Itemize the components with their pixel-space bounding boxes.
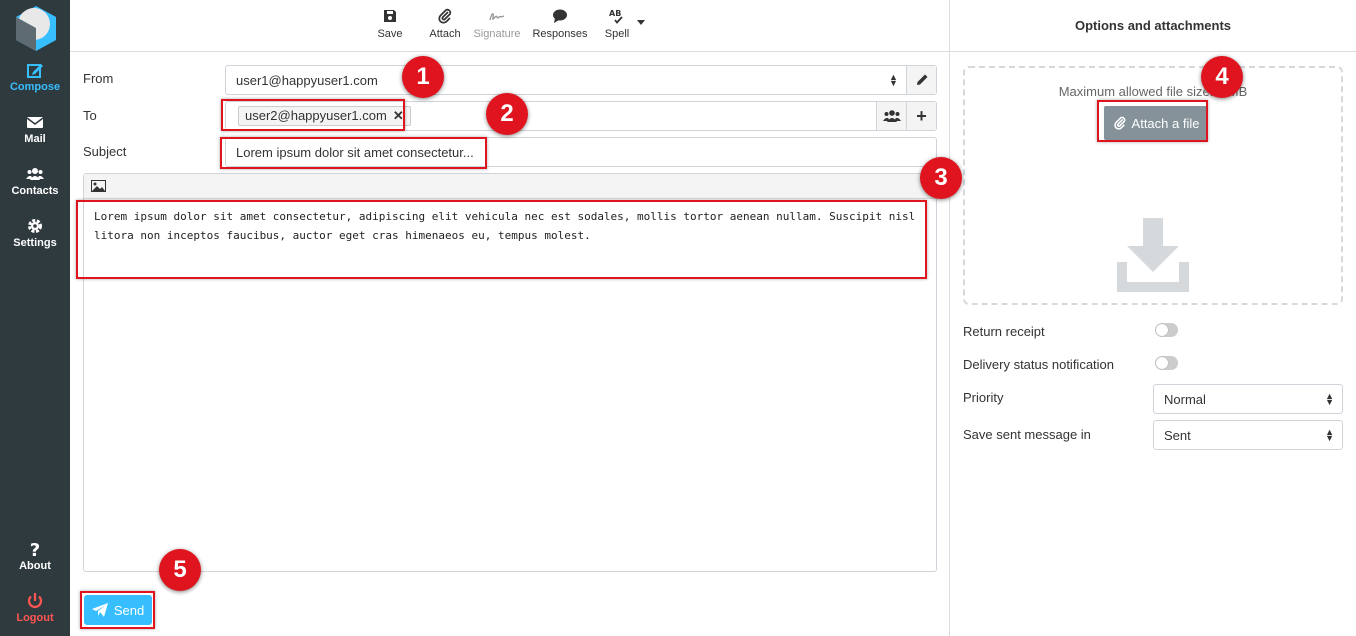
send-button[interactable]: Send [84, 595, 152, 625]
edit-identity-button[interactable] [906, 66, 936, 94]
compose-icon [27, 64, 43, 78]
paperclip-icon [1113, 116, 1125, 130]
envelope-icon [26, 117, 44, 128]
message-editor[interactable]: Lorem ipsum dolor sit amet consectetur, … [83, 173, 937, 572]
compose-toolbar: Save Attach Signature Responses AB Spell [70, 0, 949, 52]
to-field[interactable]: user2@happyuser1.com ✕ + [225, 101, 937, 131]
signature-icon [489, 13, 505, 21]
save-sent-value: Sent [1164, 428, 1191, 443]
pencil-icon [916, 74, 927, 85]
remove-recipient-close-icon[interactable]: ✕ [393, 108, 404, 123]
svg-text:AB: AB [609, 9, 621, 18]
spell-options-chevron-down-icon[interactable] [637, 20, 645, 25]
sidebar-item-compose[interactable]: Compose [0, 61, 70, 93]
floppy-icon [384, 10, 396, 22]
subject-value: Lorem ipsum dolor sit amet consectetur..… [236, 145, 474, 160]
to-label: To [83, 108, 97, 123]
signature-button[interactable]: Signature [472, 8, 522, 40]
priority-value: Normal [1164, 392, 1206, 407]
return-receipt-label: Return receipt [963, 324, 1045, 339]
sidebar: Compose Mail Contacts Settings ? About L… [0, 0, 70, 636]
users-icon [26, 168, 44, 180]
from-value: user1@happyuser1.com [236, 73, 378, 88]
paper-plane-icon [91, 603, 108, 617]
image-icon[interactable] [91, 180, 106, 192]
sidebar-item-logout[interactable]: Logout [0, 592, 70, 624]
sidebar-item-mail[interactable]: Mail [0, 113, 70, 145]
attachment-dropzone[interactable]: Maximum allowed file size: 5 MB Attach a… [963, 66, 1343, 305]
dsn-toggle[interactable] [1155, 356, 1178, 370]
recipient-chip: user2@happyuser1.com ✕ [238, 106, 411, 126]
sidebar-item-about[interactable]: ? About [0, 540, 70, 572]
app-logo [16, 6, 56, 51]
save-button[interactable]: Save [375, 8, 405, 40]
add-header-button[interactable]: + [906, 102, 936, 130]
question-icon: ? [30, 540, 40, 558]
save-sent-label: Save sent message in [963, 427, 1091, 442]
subject-input[interactable]: Lorem ipsum dolor sit amet consectetur..… [225, 137, 937, 167]
sidebar-item-settings[interactable]: Settings [0, 217, 70, 249]
select-arrows-icon: ▲ ▼ [1325, 427, 1334, 443]
from-select-arrows-icon: ▲ ▼ [889, 72, 898, 88]
spell-button[interactable]: AB Spell [602, 8, 632, 40]
comment-icon [553, 9, 567, 23]
gear-icon [28, 219, 42, 233]
attach-button[interactable]: Attach [427, 8, 463, 40]
callout-badge: 5 [159, 549, 201, 591]
save-sent-select[interactable]: Sent ▲ ▼ [1153, 420, 1343, 450]
recipient-address: user2@happyuser1.com [245, 108, 387, 123]
users-icon [882, 110, 901, 122]
message-body-text[interactable]: Lorem ipsum dolor sit amet consectetur, … [94, 207, 924, 245]
sidebar-item-contacts[interactable]: Contacts [0, 165, 70, 197]
plus-icon: + [916, 105, 927, 126]
subject-label: Subject [83, 144, 127, 159]
svg-text:?: ? [30, 540, 40, 558]
priority-select[interactable]: Normal ▲ ▼ [1153, 384, 1343, 414]
callout-badge: 2 [486, 93, 528, 135]
download-icon [1117, 218, 1189, 292]
spellcheck-icon: AB [609, 9, 623, 24]
max-file-size-text: Maximum allowed file size: 5 MB [1058, 84, 1248, 99]
attach-file-button[interactable]: Attach a file [1104, 106, 1208, 140]
priority-label: Priority [963, 390, 1004, 405]
options-panel-title: Options and attachments [949, 0, 1356, 52]
callout-badge: 1 [402, 56, 444, 98]
from-select[interactable]: user1@happyuser1.com ▲ ▼ [225, 65, 937, 95]
dsn-label: Delivery status notification [963, 357, 1115, 372]
power-icon [27, 593, 43, 608]
add-contact-from-addressbook-button[interactable] [876, 102, 906, 130]
return-receipt-toggle[interactable] [1155, 323, 1178, 337]
select-arrows-icon: ▲ ▼ [1325, 391, 1334, 407]
callout-badge: 4 [1201, 56, 1243, 98]
responses-button[interactable]: Responses [531, 8, 589, 40]
editor-toolbar [84, 174, 936, 199]
callout-badge: 3 [920, 157, 962, 199]
from-label: From [83, 71, 114, 86]
paperclip-icon [438, 8, 452, 24]
